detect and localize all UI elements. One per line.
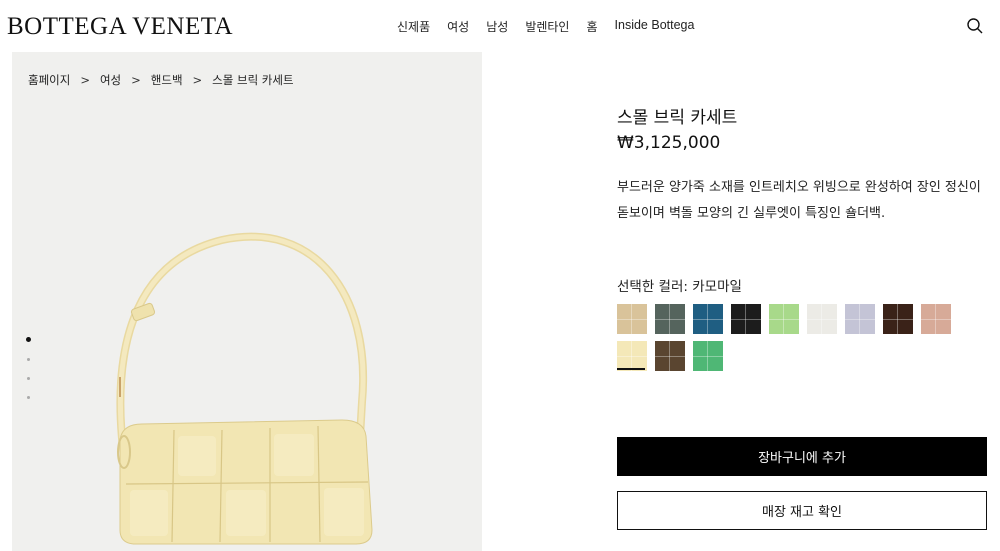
color-swatch[interactable] [769,304,799,334]
color-swatch[interactable] [845,304,875,334]
carousel-dot[interactable] [27,377,30,380]
brand-logo[interactable]: BOTTEGA VENETA [7,13,233,41]
nav-item-women[interactable]: 여성 [447,18,469,35]
selected-color-label: 선택한 컬러: 카모마일 [617,279,742,295]
breadcrumb-separator: > [131,73,141,87]
site-header: BOTTEGA VENETA 신제품 여성 남성 발렌타인 홈 Inside B… [0,0,1000,52]
selected-swatch-indicator [617,368,645,370]
breadcrumb-current: 스몰 브릭 카세트 [212,73,294,87]
color-swatch[interactable] [693,341,723,371]
color-swatches [617,304,977,378]
breadcrumb-separator: > [192,73,203,87]
nav-item-valentine[interactable]: 발렌타인 [525,18,569,35]
product-description: 부드러운 양가죽 소재를 인트레치오 위빙으로 완성하여 장인 정신이 돋보이며… [617,180,981,221]
product-image[interactable] [12,52,482,551]
breadcrumb-separator: > [80,73,90,87]
add-to-cart-button[interactable]: 장바구니에 추가 [617,437,987,476]
color-swatch[interactable] [617,304,647,334]
color-swatch[interactable] [883,304,913,334]
color-swatch[interactable] [655,341,685,371]
color-swatch[interactable] [731,304,761,334]
carousel-dot[interactable] [26,337,31,342]
product-title: 스몰 브릭 카세트 [617,108,738,128]
color-swatch[interactable] [655,304,685,334]
breadcrumb-home[interactable]: 홈페이지 [28,72,70,88]
color-swatch[interactable] [693,304,723,334]
breadcrumb-handbags[interactable]: 핸드백 [151,72,183,88]
color-swatch[interactable] [617,341,647,371]
main-nav: 신제품 여성 남성 발렌타인 홈 Inside Bottega [397,18,711,35]
breadcrumb: 홈페이지 > 여성 > 핸드백 > 스몰 브릭 카세트 [28,72,294,88]
breadcrumb-women[interactable]: 여성 [100,72,121,88]
carousel-dots [26,337,31,415]
product-price: ₩3,125,000 [617,133,721,153]
product-image-panel: 홈페이지 > 여성 > 핸드백 > 스몰 브릭 카세트 [12,52,482,551]
nav-item-new[interactable]: 신제품 [397,18,430,35]
nav-item-men[interactable]: 남성 [486,18,508,35]
color-swatch[interactable] [807,304,837,334]
carousel-dot[interactable] [27,396,30,399]
color-swatch[interactable] [921,304,951,334]
search-icon[interactable] [966,17,984,35]
nav-item-inside-bottega[interactable]: Inside Bottega [615,18,695,35]
check-store-stock-button[interactable]: 매장 재고 확인 [617,491,987,530]
carousel-dot[interactable] [27,358,30,361]
nav-item-home[interactable]: 홈 [586,18,597,35]
